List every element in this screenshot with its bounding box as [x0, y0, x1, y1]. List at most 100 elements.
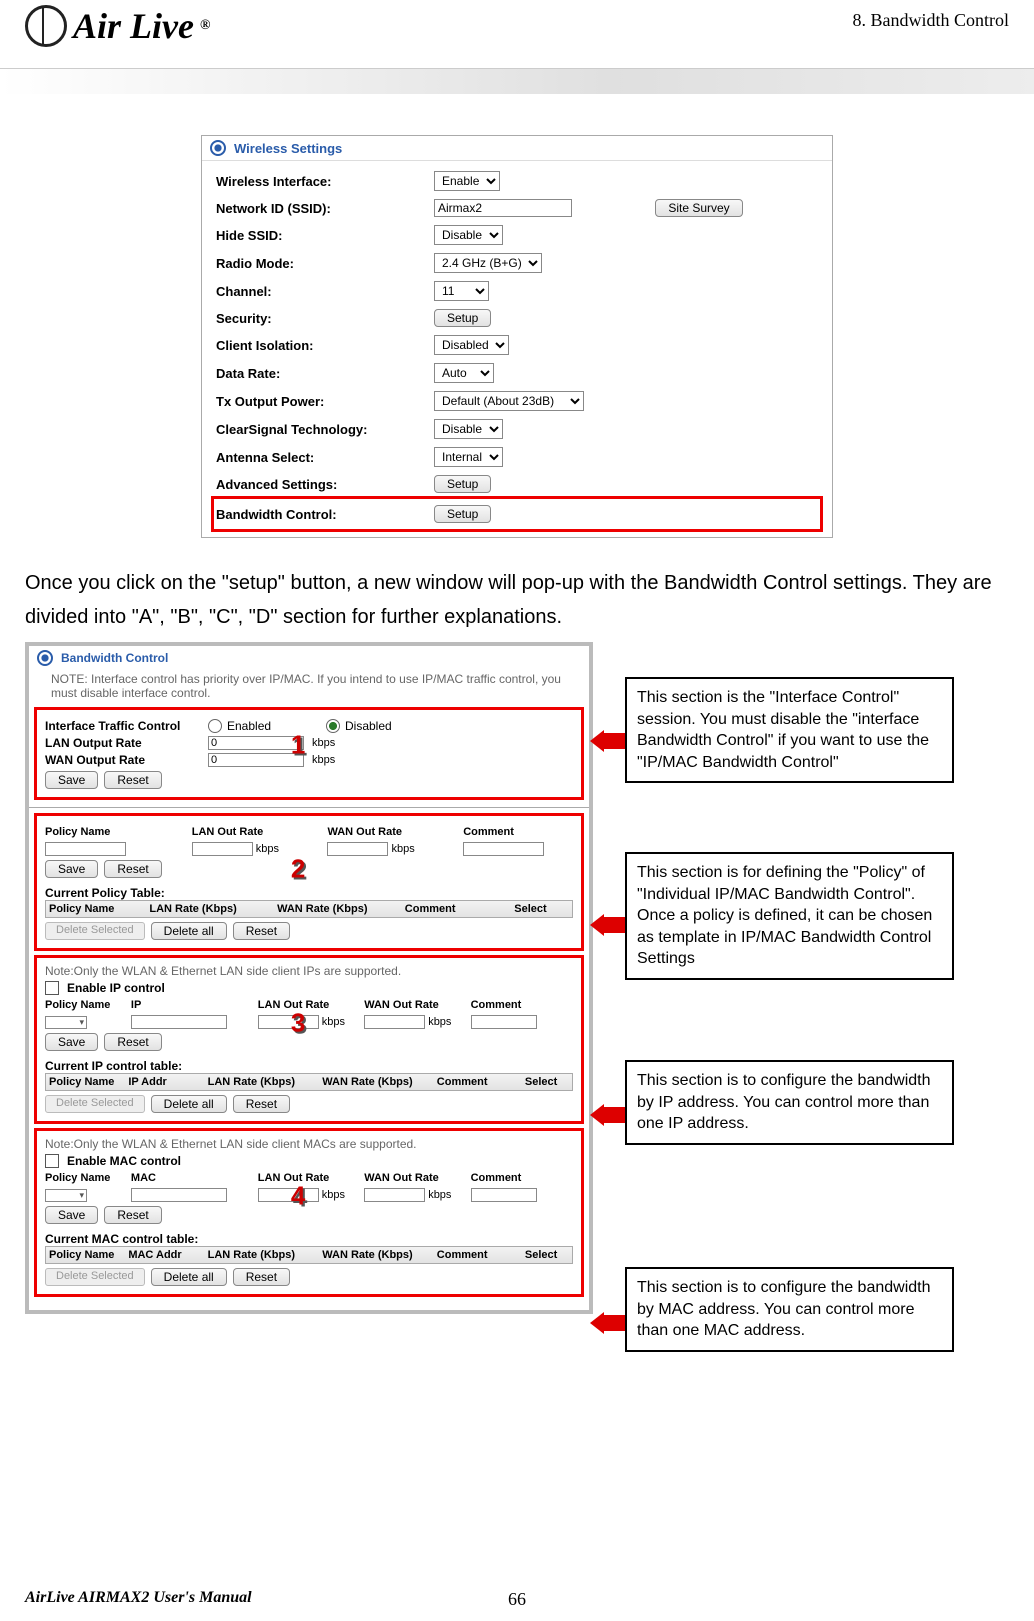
- label-antenna: Antenna Select:: [216, 450, 426, 465]
- callout-4: This section is to configure the bandwid…: [625, 1267, 954, 1352]
- checkbox-enable-ip[interactable]: [45, 981, 59, 995]
- s4-th-mac: MAC Addr: [128, 1249, 207, 1261]
- s4-input-lan[interactable]: [258, 1188, 319, 1202]
- wireless-settings-header: Wireless Settings: [202, 136, 832, 161]
- advanced-setup-button[interactable]: Setup: [434, 475, 491, 493]
- bwc-section-2: 2 Policy Name LAN Out Rate WAN Out Rate …: [37, 816, 581, 948]
- input-ssid[interactable]: [434, 199, 572, 217]
- label-security: Security:: [216, 311, 426, 326]
- select-antenna[interactable]: Internal: [434, 447, 503, 467]
- s2-input-comment[interactable]: [463, 842, 544, 856]
- s2-input-name[interactable]: [45, 842, 126, 856]
- s4-reset-button[interactable]: Reset: [104, 1206, 161, 1224]
- page-header: 8. Bandwidth Control Air Live ®: [0, 0, 1034, 110]
- callout-3: This section is to configure the bandwid…: [625, 1060, 954, 1145]
- s2-hdr-lan: LAN Out Rate: [192, 826, 324, 838]
- s2-hdr-name: Policy Name: [45, 826, 188, 838]
- s4-delete-all-button[interactable]: Delete all: [151, 1268, 227, 1286]
- site-survey-button[interactable]: Site Survey: [655, 199, 742, 217]
- brand-logo: Air Live ®: [25, 5, 210, 47]
- label-radio-mode: Radio Mode:: [216, 256, 426, 271]
- s4-select-name[interactable]: [45, 1189, 87, 1202]
- s4-input-comment[interactable]: [471, 1188, 537, 1202]
- s2-input-wan[interactable]: [327, 842, 388, 856]
- select-wireless-interface[interactable]: Enable: [434, 171, 500, 191]
- s2-hdr-comment: Comment: [463, 826, 573, 838]
- s3-input-wan[interactable]: [364, 1015, 425, 1029]
- checkbox-enable-mac[interactable]: [45, 1154, 59, 1168]
- s3-reset-button[interactable]: Reset: [104, 1033, 161, 1051]
- s4-cpt: Current MAC control table:: [45, 1232, 573, 1246]
- s3-hdr-name: Policy Name: [45, 999, 127, 1011]
- s3-th-wan: WAN Rate (Kbps): [322, 1076, 437, 1088]
- select-channel[interactable]: 11: [434, 281, 489, 301]
- header-divider: [0, 68, 1034, 94]
- bandwidth-control-panel: Bandwidth Control NOTE: Interface contro…: [25, 642, 593, 1314]
- s3-cpt: Current IP control table:: [45, 1059, 573, 1073]
- bullet-icon: [37, 650, 53, 666]
- s3-th-name: Policy Name: [49, 1076, 128, 1088]
- s3-select-name[interactable]: [45, 1016, 87, 1029]
- s3-delete-selected-button: Delete Selected: [45, 1095, 145, 1113]
- s2-delete-selected-button: Delete Selected: [45, 922, 145, 940]
- s2-th-select: Select: [514, 903, 569, 915]
- security-setup-button[interactable]: Setup: [434, 309, 491, 327]
- footer-manual-title: AirLive AIRMAX2 User's Manual: [25, 1589, 252, 1607]
- kbps-1: kbps: [312, 737, 335, 749]
- s1-save-button[interactable]: Save: [45, 771, 98, 789]
- bandwidth-control-wrap: Bandwidth Control NOTE: Interface contro…: [25, 642, 685, 1314]
- select-data-rate[interactable]: Auto: [434, 363, 494, 383]
- s4-reset2-button[interactable]: Reset: [233, 1268, 290, 1286]
- s2-reset2-button[interactable]: Reset: [233, 922, 290, 940]
- label-wireless-interface: Wireless Interface:: [216, 174, 426, 189]
- lan-out-label: LAN Output Rate: [45, 736, 200, 750]
- label-ssid: Network ID (SSID):: [216, 201, 426, 216]
- bandwidth-control-row-highlight: Bandwidth Control: Setup: [216, 501, 818, 527]
- s2-th-comment: Comment: [405, 903, 514, 915]
- s3-reset2-button[interactable]: Reset: [233, 1095, 290, 1113]
- input-wan-out[interactable]: [208, 753, 304, 767]
- select-hide-ssid[interactable]: Disable: [434, 225, 503, 245]
- label-tx-power: Tx Output Power:: [216, 394, 426, 409]
- s2-delete-all-button[interactable]: Delete all: [151, 922, 227, 940]
- s4-input-wan[interactable]: [364, 1188, 425, 1202]
- divider: [29, 807, 589, 808]
- select-clearsignal[interactable]: Disable: [434, 419, 503, 439]
- s4-hdr-mac: MAC: [131, 1172, 254, 1184]
- s3-input-lan[interactable]: [258, 1015, 319, 1029]
- s2-th-name: Policy Name: [49, 903, 149, 915]
- s1-reset-button[interactable]: Reset: [104, 771, 161, 789]
- s3-th-lan: LAN Rate (Kbps): [208, 1076, 323, 1088]
- s3-hdr-wan: WAN Out Rate: [364, 999, 466, 1011]
- select-radio-mode[interactable]: 2.4 GHz (B+G): [434, 253, 542, 273]
- s3-hdr-ip: IP: [131, 999, 254, 1011]
- s4-save-button[interactable]: Save: [45, 1206, 98, 1224]
- bandwidth-setup-button[interactable]: Setup: [434, 505, 491, 523]
- s3-save-button[interactable]: Save: [45, 1033, 98, 1051]
- globe-icon: [25, 5, 67, 47]
- s2-input-lan[interactable]: [192, 842, 253, 856]
- s3-input-ip[interactable]: [131, 1015, 227, 1029]
- label-data-rate: Data Rate:: [216, 366, 426, 381]
- s2-reset-button[interactable]: Reset: [104, 860, 161, 878]
- select-client-isolation[interactable]: Disabled: [434, 335, 509, 355]
- select-tx-power[interactable]: Default (About 23dB): [434, 391, 584, 411]
- s3-delete-all-button[interactable]: Delete all: [151, 1095, 227, 1113]
- wireless-settings-panel: Wireless Settings Wireless Interface: En…: [201, 135, 833, 538]
- s2-cpt: Current Policy Table:: [45, 886, 573, 900]
- input-lan-out[interactable]: [208, 736, 304, 750]
- label-hide-ssid: Hide SSID:: [216, 228, 426, 243]
- bwc-note: NOTE: Interface control has priority ove…: [29, 670, 589, 706]
- radio-enabled[interactable]: [208, 719, 222, 733]
- bwc-section-1: 1 Interface Traffic Control Enabled Disa…: [37, 710, 581, 797]
- label-channel: Channel:: [216, 284, 426, 299]
- bwc-header: Bandwidth Control: [29, 646, 589, 670]
- bwc-section-4: 4 Note:Only the WLAN & Ethernet LAN side…: [37, 1131, 581, 1294]
- s4-input-mac[interactable]: [131, 1188, 227, 1202]
- s4-th-wan: WAN Rate (Kbps): [322, 1249, 437, 1261]
- s4-hdr-name: Policy Name: [45, 1172, 127, 1184]
- s3-input-comment[interactable]: [471, 1015, 537, 1029]
- radio-disabled[interactable]: [326, 719, 340, 733]
- s4-kbps1: kbps: [322, 1189, 345, 1201]
- s2-save-button[interactable]: Save: [45, 860, 98, 878]
